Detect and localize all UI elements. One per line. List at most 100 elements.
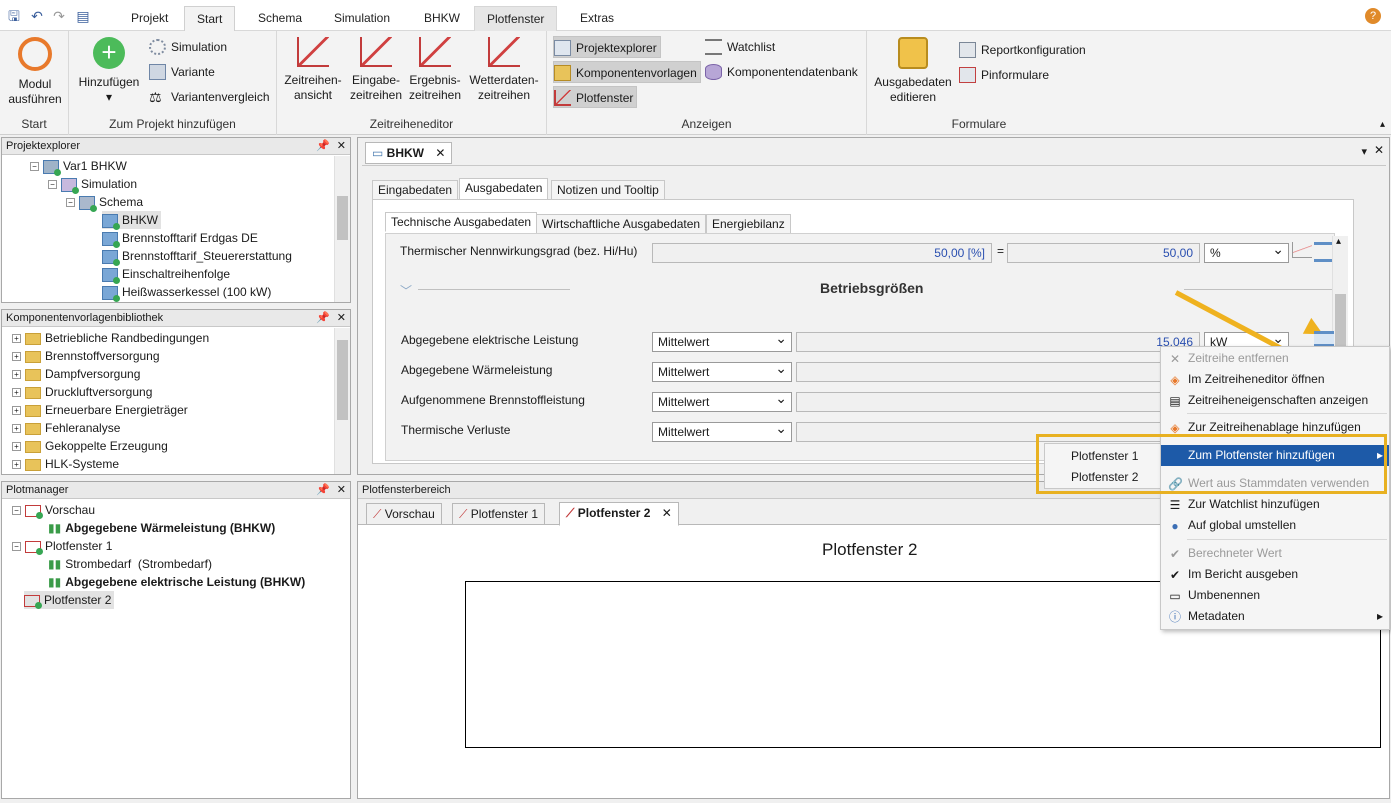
tree-folder[interactable]: + Gekoppelte Erzeugung: [12, 437, 168, 455]
menu-bericht[interactable]: ✔ Im Bericht ausgeben: [1161, 564, 1389, 585]
modul-ausfuehren-button[interactable]: Modul ausführen: [4, 37, 66, 107]
close-icon[interactable]: ✕: [337, 138, 346, 154]
help-icon[interactable]: ?: [1365, 8, 1381, 24]
collapse-section-icon[interactable]: ﹀: [400, 282, 412, 299]
plot-item-selected[interactable]: Plotfenster 2: [24, 591, 115, 609]
mode-select[interactable]: Mittelwert: [652, 359, 792, 382]
expand-icon[interactable]: +: [12, 406, 21, 416]
tree-folder[interactable]: + Fehleranalyse: [12, 419, 120, 437]
redo-icon[interactable]: ↷: [50, 7, 68, 25]
plot-tab-1[interactable]: ⟋ Plotfenster 1: [452, 503, 546, 525]
tab-plotfenster[interactable]: Plotfenster: [474, 6, 558, 31]
tab-extras[interactable]: Extras: [568, 6, 626, 31]
doc-dropdown-icon[interactable]: ▾: [1361, 145, 1367, 158]
collapse-icon[interactable]: −: [48, 180, 57, 190]
tree-item[interactable]: Brennstofftarif_Steuererstattung: [102, 247, 292, 266]
komponentendatenbank-button[interactable]: Komponentendatenbank: [705, 61, 858, 83]
scroll-thumb[interactable]: [337, 196, 348, 240]
expand-icon[interactable]: +: [12, 460, 21, 470]
menu-eigenschaften[interactable]: ▤ Zeitreiheneigenschaften anzeigen: [1161, 390, 1389, 411]
menu-zeitreiheneditor[interactable]: ◈ Im Zeitreiheneditor öffnen: [1161, 369, 1389, 390]
expand-icon[interactable]: +: [12, 388, 21, 398]
hinzufuegen-button[interactable]: + Hinzufügen ▾: [75, 37, 143, 105]
tree-item-selected[interactable]: BHKW: [102, 211, 161, 230]
pinformulare-button[interactable]: Pinformulare: [959, 64, 1049, 86]
variante-button[interactable]: Variante: [149, 61, 215, 83]
plot-series[interactable]: ▮▮ Strombedarf (Strombedarf): [48, 555, 212, 573]
collapse-ribbon-icon[interactable]: ▴: [1380, 119, 1385, 130]
tab-ausgabedaten[interactable]: Ausgabedaten: [459, 178, 549, 200]
menu-global[interactable]: ● Auf global umstellen: [1161, 515, 1389, 536]
plotfenster-toggle[interactable]: Plotfenster: [553, 86, 638, 108]
collapse-icon[interactable]: −: [66, 198, 75, 208]
menu-watchlist[interactable]: ☰ Zur Watchlist hinzufügen: [1161, 494, 1389, 515]
chart-icon[interactable]: [1292, 242, 1312, 262]
tree-item[interactable]: − Var1 BHKW: [30, 157, 127, 176]
komponentenvorlagen-toggle[interactable]: Komponentenvorlagen: [553, 61, 701, 83]
tab-projekt[interactable]: Projekt: [119, 6, 180, 31]
tab-notizen[interactable]: Notizen und Tooltip: [551, 180, 665, 200]
collapse-icon[interactable]: −: [12, 542, 21, 552]
tree-folder[interactable]: + Erneuerbare Energieträger: [12, 401, 188, 419]
plot-item[interactable]: − Vorschau: [12, 501, 95, 519]
expand-icon[interactable]: +: [12, 370, 21, 380]
plot-item[interactable]: − Plotfenster 1: [12, 537, 112, 555]
menu-berechneter-wert[interactable]: ✔ Berechneter Wert: [1161, 543, 1389, 564]
tab-energiebilanz[interactable]: Energiebilanz: [706, 214, 791, 234]
scrollbar[interactable]: [334, 328, 350, 474]
collapse-icon[interactable]: −: [30, 162, 39, 172]
expand-icon[interactable]: +: [12, 352, 21, 362]
watchlist-button[interactable]: Watchlist: [705, 36, 775, 58]
wetterdatenzeitreihen-button[interactable]: Wetterdaten-zeitreihen: [465, 37, 543, 103]
tree-item[interactable]: − Schema: [66, 193, 143, 212]
tab-wirtschaftliche[interactable]: Wirtschaftliche Ausgabedaten: [536, 214, 707, 234]
pin-icon[interactable]: 📌: [316, 310, 330, 326]
tab-start[interactable]: Start: [184, 6, 236, 31]
close-icon[interactable]: ✕: [337, 310, 346, 326]
tree-folder[interactable]: + HLK-Systeme: [12, 455, 119, 473]
zeitreihenansicht-button[interactable]: Zeitreihen-ansicht: [281, 37, 345, 103]
undo-icon[interactable]: ↶: [28, 7, 46, 25]
simulation-button[interactable]: Simulation: [149, 36, 227, 58]
plot-tab-2[interactable]: ⟋ Plotfenster 2 ✕: [559, 502, 679, 526]
tree-item[interactable]: Heißwasserkessel (100 kW): [102, 283, 271, 302]
tree-item[interactable]: Brennstofftarif Erdgas DE: [102, 229, 258, 248]
ausgabedaten-editieren-button[interactable]: Ausgabedaten editieren: [871, 37, 955, 105]
tab-schema[interactable]: Schema: [246, 6, 314, 31]
scroll-thumb[interactable]: [1335, 294, 1346, 354]
menu-umbenennen[interactable]: ▭ Umbenennen: [1161, 585, 1389, 606]
menu-zeitreihe-entfernen[interactable]: ✕ Zeitreihe entfernen: [1161, 348, 1389, 369]
mode-select[interactable]: Mittelwert: [652, 329, 792, 352]
menu-metadaten[interactable]: ⓘ Metadaten ▸: [1161, 606, 1389, 627]
plot-series[interactable]: ▮▮ Abgegebene elektrische Leistung (BHKW): [48, 573, 305, 591]
tab-bhkw[interactable]: BHKW: [412, 6, 472, 31]
reportkonfiguration-button[interactable]: Reportkonfiguration: [959, 39, 1086, 61]
unit-select[interactable]: %: [1204, 240, 1289, 263]
expand-icon[interactable]: +: [12, 334, 21, 344]
scroll-thumb[interactable]: [337, 340, 348, 420]
close-icon[interactable]: ✕: [662, 506, 672, 520]
tree-folder[interactable]: + Betriebliche Randbedingungen: [12, 329, 209, 347]
mode-select[interactable]: Mittelwert: [652, 389, 792, 412]
projektexplorer-toggle[interactable]: Projektexplorer: [553, 36, 661, 58]
close-icon[interactable]: ✕: [435, 146, 445, 160]
quick-access-menu-icon[interactable]: ▤: [74, 7, 92, 25]
tab-eingabedaten[interactable]: Eingabedaten: [372, 180, 459, 200]
scrollbar[interactable]: [334, 156, 350, 302]
list-icon-active[interactable]: [1314, 331, 1334, 347]
tab-technische[interactable]: Technische Ausgabedaten: [385, 212, 538, 232]
tree-folder[interactable]: + Dampfversorgung: [12, 365, 140, 383]
expand-icon[interactable]: +: [12, 424, 21, 434]
mode-select[interactable]: Mittelwert: [652, 419, 792, 442]
doc-tab-bhkw[interactable]: ▭ BHKW ✕: [365, 142, 453, 164]
tree-item[interactable]: − Simulation: [48, 175, 137, 194]
close-icon[interactable]: ✕: [337, 482, 346, 498]
tree-folder[interactable]: + Druckluftversorgung: [12, 383, 152, 401]
tab-simulation[interactable]: Simulation: [322, 6, 402, 31]
save-icon[interactable]: 🖫: [5, 7, 23, 25]
pin-icon[interactable]: 📌: [316, 138, 330, 154]
plot-series[interactable]: ▮▮ Abgegebene Wärmeleistung (BHKW): [48, 519, 275, 537]
pin-icon[interactable]: 📌: [316, 482, 330, 498]
variantenvergleich-button[interactable]: ⚖ Variantenvergleich: [149, 86, 270, 108]
doc-close-icon[interactable]: ✕: [1374, 143, 1384, 157]
